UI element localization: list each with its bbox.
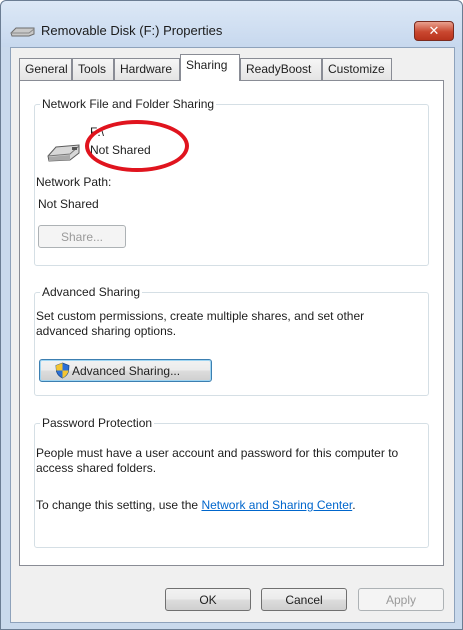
- tab-customize[interactable]: Customize: [322, 58, 392, 80]
- drive-letter: F:\: [90, 125, 104, 139]
- network-sharing-center-link[interactable]: Network and Sharing Center: [201, 498, 352, 512]
- cancel-button[interactable]: Cancel: [261, 588, 347, 611]
- ok-button[interactable]: OK: [165, 588, 251, 611]
- group-title: Password Protection: [40, 416, 155, 430]
- change-setting-suffix: .: [352, 498, 356, 512]
- usb-drive-icon: [47, 144, 80, 162]
- apply-button[interactable]: Apply: [358, 588, 444, 611]
- advanced-sharing-button-label: Advanced Sharing...: [72, 363, 181, 378]
- group-title: Network File and Folder Sharing: [40, 97, 217, 111]
- group-title: Advanced Sharing: [40, 285, 143, 299]
- network-path-value: Not Shared: [38, 197, 99, 211]
- change-setting-prefix: To change this setting, use the: [36, 498, 202, 512]
- advanced-sharing-button[interactable]: Advanced Sharing...: [39, 359, 212, 382]
- tab-general[interactable]: General: [19, 58, 72, 80]
- close-button[interactable]: ✕: [414, 21, 454, 41]
- password-protection-group: Password Protection People must have a u…: [34, 416, 429, 548]
- share-button[interactable]: Share...: [38, 225, 126, 248]
- properties-window: Removable Disk (F:) Properties ✕ General…: [0, 0, 463, 630]
- network-sharing-group: Network File and Folder Sharing F:\ Not …: [34, 97, 429, 266]
- title-bar: Removable Disk (F:) Properties ✕: [1, 1, 462, 47]
- network-path-label: Network Path:: [36, 175, 112, 189]
- share-status: Not Shared: [90, 143, 151, 157]
- change-setting-text: To change this setting, use the Network …: [36, 498, 356, 512]
- tab-hardware[interactable]: Hardware: [114, 58, 180, 80]
- advanced-sharing-group: Advanced Sharing Set custom permissions,…: [34, 285, 429, 396]
- drive-icon: [10, 27, 35, 37]
- advanced-sharing-description: Set custom permissions, create multiple …: [36, 309, 365, 338]
- uac-shield-icon: [55, 362, 70, 379]
- close-icon: ✕: [428, 23, 440, 38]
- dialog-client: General Tools Hardware Sharing ReadyBoos…: [10, 47, 455, 623]
- tab-sharing[interactable]: Sharing: [180, 54, 240, 81]
- sharing-panel: Network File and Folder Sharing F:\ Not …: [19, 80, 444, 566]
- window-title: Removable Disk (F:) Properties: [41, 23, 223, 38]
- password-protection-description: People must have a user account and pass…: [36, 446, 399, 475]
- tab-readyboost[interactable]: ReadyBoost: [240, 58, 322, 80]
- tab-tools[interactable]: Tools: [72, 58, 114, 80]
